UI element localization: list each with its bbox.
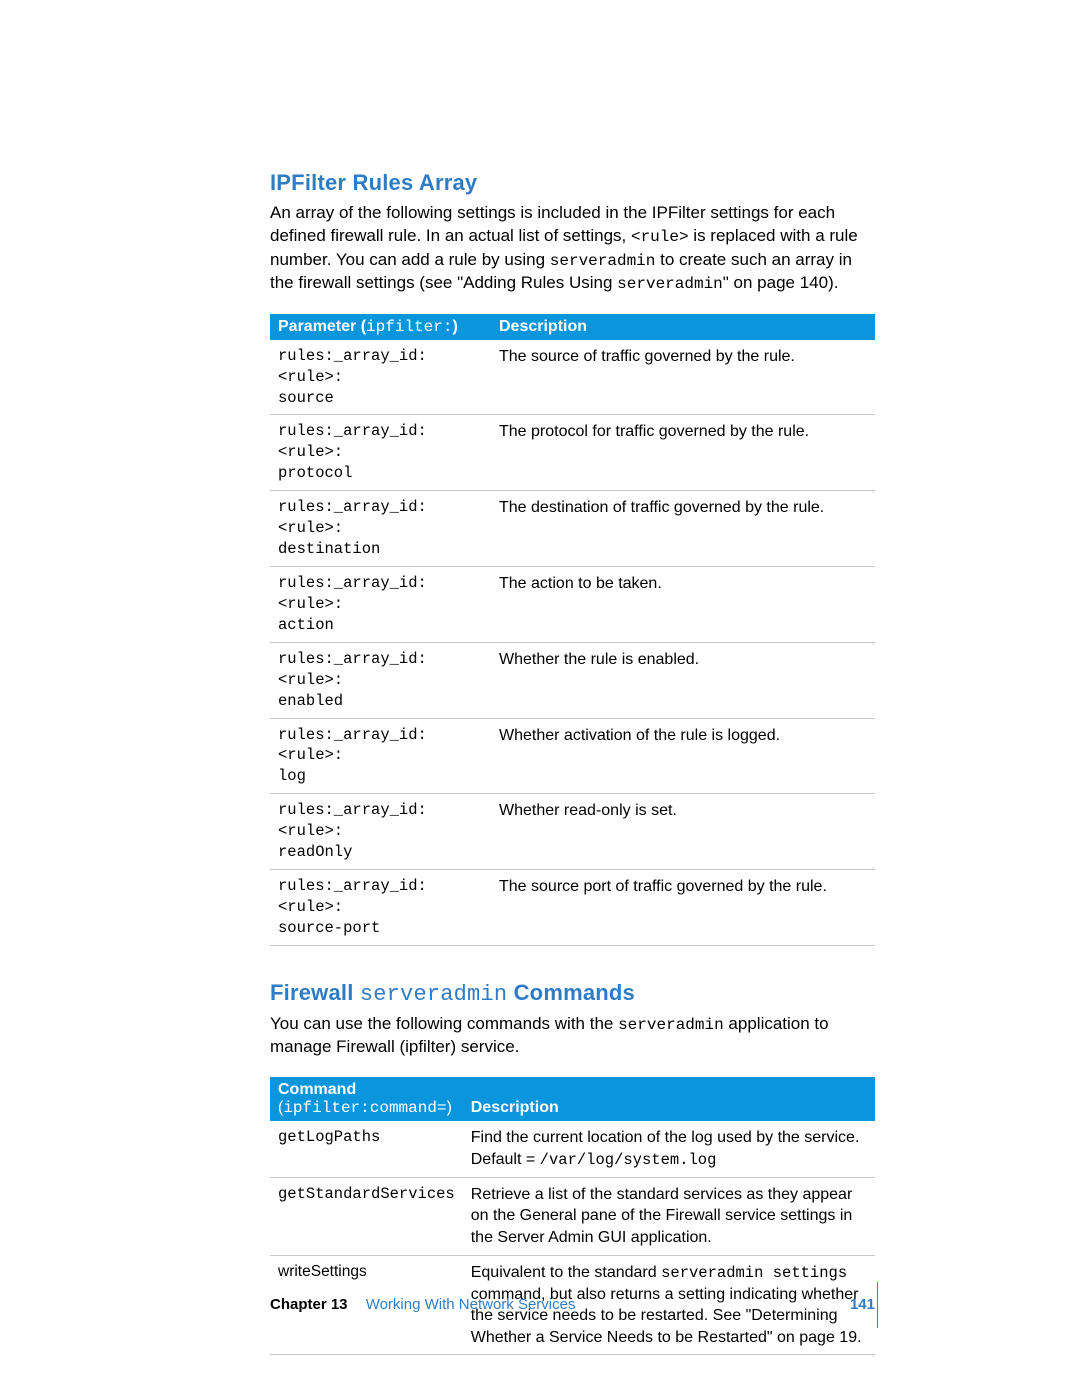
- page-content: IPFilter Rules Array An array of the fol…: [270, 170, 875, 1389]
- footer-page-number: 141: [850, 1296, 875, 1313]
- text: Firewall: [270, 980, 360, 1005]
- inline-code: ipfilter:command=: [283, 1099, 446, 1117]
- table-row: getStandardServices Retrieve a list of t…: [270, 1177, 875, 1255]
- ipfilter-intro-paragraph: An array of the following settings is in…: [270, 202, 875, 296]
- section-heading-ipfilter: IPFilter Rules Array: [270, 170, 875, 196]
- cell-parameter: rules:_array_id:<rule>: source-port: [270, 870, 491, 946]
- cell-description: The protocol for traffic governed by the…: [491, 415, 875, 491]
- cell-parameter: rules:_array_id:<rule>: enabled: [270, 642, 491, 718]
- table-row: rules:_array_id:<rule>: destination The …: [270, 491, 875, 567]
- text: Find the current location of the log use…: [471, 1129, 860, 1146]
- cell-description: The source of traffic governed by the ru…: [491, 340, 875, 415]
- table-header-description: Description: [491, 314, 875, 340]
- text: command, but also returns a setting indi…: [471, 1286, 862, 1346]
- table-row: rules:_array_id:<rule>: readOnly Whether…: [270, 794, 875, 870]
- cell-parameter: rules:_array_id:<rule>: protocol: [270, 415, 491, 491]
- footer-divider: [877, 1282, 878, 1328]
- table-row: rules:_array_id:<rule>: source The sourc…: [270, 340, 875, 415]
- text: Parameter (: [278, 318, 366, 335]
- inline-code-rule: <rule>: [631, 228, 689, 246]
- text: You can use the following commands with …: [270, 1014, 618, 1033]
- cell-description: Find the current location of the log use…: [463, 1121, 875, 1177]
- text: Equivalent to the standard: [471, 1264, 661, 1281]
- cell-parameter: rules:_array_id:<rule>: action: [270, 567, 491, 643]
- text: Commands: [507, 980, 635, 1005]
- footer-title: Working With Network Services: [366, 1296, 576, 1313]
- cell-description: Retrieve a list of the standard services…: [463, 1177, 875, 1255]
- text: ): [452, 318, 457, 335]
- table-row: rules:_array_id:<rule>: action The actio…: [270, 567, 875, 643]
- page-footer: Chapter 13 Working With Network Services…: [270, 1296, 875, 1313]
- cell-parameter: rules:_array_id:<rule>: readOnly: [270, 794, 491, 870]
- text: Command: [278, 1081, 356, 1098]
- inline-code-serveradmin: serveradmin: [617, 275, 723, 293]
- cell-description: The destination of traffic governed by t…: [491, 491, 875, 567]
- cell-command: getStandardServices: [270, 1177, 463, 1255]
- firewall-commands-table: Command (ipfilter:command=) Description …: [270, 1077, 875, 1355]
- inline-code: ipfilter:: [366, 318, 452, 336]
- text: " on page 140).: [723, 273, 839, 292]
- cell-parameter: rules:_array_id:<rule>: source: [270, 340, 491, 415]
- table-row: rules:_array_id:<rule>: log Whether acti…: [270, 718, 875, 794]
- cell-description: Whether read-only is set.: [491, 794, 875, 870]
- table-header-parameter: Parameter (ipfilter:): [270, 314, 491, 340]
- cell-description: The action to be taken.: [491, 567, 875, 643]
- table-row: rules:_array_id:<rule>: source-port The …: [270, 870, 875, 946]
- table-header-command: Command (ipfilter:command=): [270, 1077, 463, 1121]
- section-heading-firewall-commands: Firewall serveradmin Commands: [270, 980, 875, 1007]
- text: (ipfilter:command=): [278, 1099, 455, 1117]
- inline-code: serveradmin settings: [661, 1264, 847, 1282]
- ipfilter-parameters-table: Parameter (ipfilter:) Description rules:…: [270, 314, 875, 946]
- cell-description: Whether the rule is enabled.: [491, 642, 875, 718]
- cell-description: The source port of traffic governed by t…: [491, 870, 875, 946]
- text: ): [447, 1099, 452, 1116]
- inline-code-serveradmin: serveradmin: [618, 1016, 724, 1034]
- footer-chapter: Chapter 13: [270, 1296, 348, 1313]
- table-row: rules:_array_id:<rule>: protocol The pro…: [270, 415, 875, 491]
- cell-command: getLogPaths: [270, 1121, 463, 1177]
- table-header-description: Description: [463, 1077, 875, 1121]
- inline-code-serveradmin: serveradmin: [360, 982, 507, 1007]
- text: Default =: [471, 1151, 540, 1168]
- cell-parameter: rules:_array_id:<rule>: destination: [270, 491, 491, 567]
- table-row: rules:_array_id:<rule>: enabled Whether …: [270, 642, 875, 718]
- firewall-commands-intro: You can use the following commands with …: [270, 1013, 875, 1060]
- table-row: getLogPaths Find the current location of…: [270, 1121, 875, 1177]
- cell-parameter: rules:_array_id:<rule>: log: [270, 718, 491, 794]
- inline-code-serveradmin: serveradmin: [550, 252, 656, 270]
- cell-description: Whether activation of the rule is logged…: [491, 718, 875, 794]
- inline-code-path: /var/log/system.log: [540, 1151, 717, 1169]
